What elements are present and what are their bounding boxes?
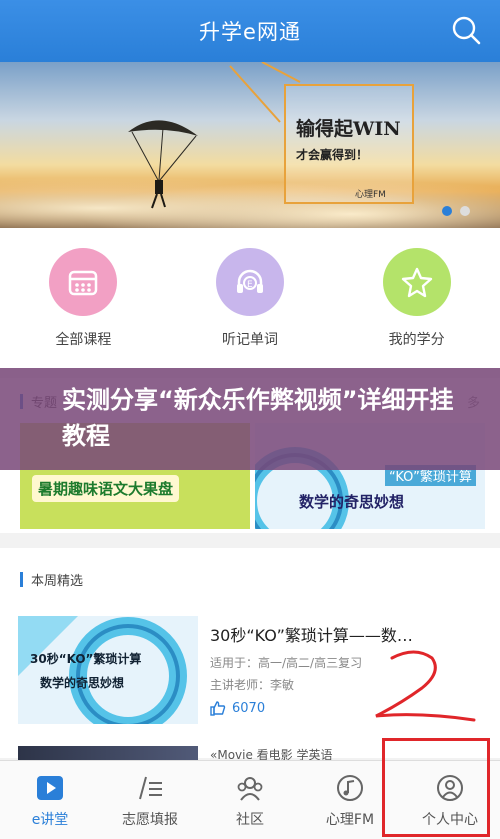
course-likes-count: 6070 [232,700,266,716]
tab-e-lecture[interactable]: e讲堂 [0,761,100,839]
quick-action-label: 听记单词 [221,332,278,348]
topic-card-title: 暑期趣味语文大果盘 [32,475,180,502]
weekly-heading-text: 本周精选 [31,574,84,589]
quick-action-label: 全部课程 [55,332,112,348]
annotation-number-2 [375,650,476,722]
quick-actions: 全部课程 E 听记单词 我的学分 [0,228,500,368]
quick-action-label: 我的学分 [388,332,445,348]
course-thumb-line2: 数学的奇思妙想 [40,676,125,690]
banner-dot-1[interactable] [442,206,452,216]
banner-dot-2[interactable] [460,206,470,216]
tab-application[interactable]: 志愿填报 [100,761,200,839]
course-applies: 适用于：高一/高二/高三复习 [210,656,363,670]
course-thumb-line1: 30秒“KO”繁琐计算 [30,652,142,666]
banner-pagination [442,206,470,216]
annotation-highlight-box [382,738,490,837]
caption-text: 实测分享“新众乐作弊视频”详细开挂教程 [62,386,454,450]
star-icon [382,248,451,316]
course-thumbnail-ring [18,616,187,724]
play-video-icon [37,776,63,800]
search-icon[interactable] [450,14,482,46]
parachute-illustration [128,62,301,209]
tab-label: e讲堂 [31,812,69,828]
course-thumbnail: 30秒“KO”繁琐计算 数学的奇思妙想 [18,616,198,724]
music-note-icon [337,775,363,801]
tab-label: 心理FM [325,812,375,828]
quick-action-vocabulary[interactable]: E 听记单词 [190,248,310,368]
course-title: 30秒“KO”繁琐计算——数… [210,626,413,645]
calendar-icon [49,248,118,316]
banner-brand: 心理FM [355,190,386,200]
quick-action-credits[interactable]: 我的学分 [357,248,477,368]
promo-banner[interactable]: 输得起WIN 才会赢得到！ 心理FM [0,62,500,228]
weekly-heading: 本周精选 [20,570,83,589]
svg-text:E: E [247,280,253,290]
tab-community[interactable]: 社区 [200,761,300,839]
banner-subline: 才会赢得到！ [296,148,369,162]
tab-label: 志愿填报 [122,812,178,828]
quick-action-all-courses[interactable]: 全部课程 [23,248,143,368]
section-bar [20,572,23,587]
course-thumbnail [18,746,198,760]
app-title: 升学e网通 [199,20,301,44]
pen-list-icon [139,776,162,800]
banner-card-frame [284,84,414,204]
community-icon [237,777,263,801]
thumbs-up-icon [210,701,226,716]
course-teacher: 主讲老师：李敏 [210,678,295,692]
topic-card-title: 数学的奇思妙想 [299,493,405,511]
headphones-icon: E [215,248,284,316]
course-likes[interactable]: 6070 [210,700,265,716]
banner-headline: 输得起WIN [296,118,401,140]
tab-label: 社区 [236,812,264,828]
caption-overlay: 实测分享“新众乐作弊视频”详细开挂教程 [0,368,500,470]
app-header: 升学e网通 [0,0,500,62]
